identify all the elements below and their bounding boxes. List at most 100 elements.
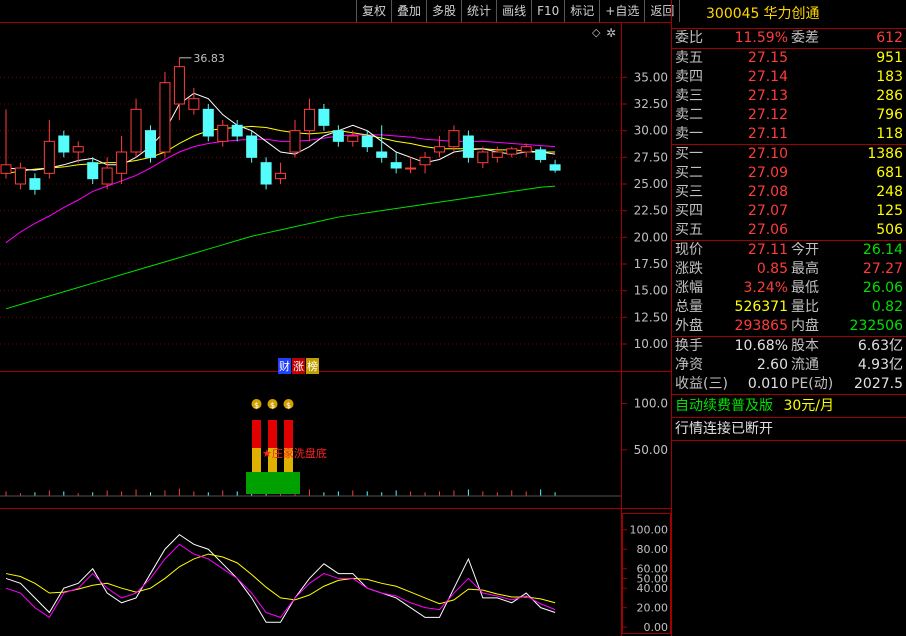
stat-label: 量比	[791, 299, 819, 315]
candle-body	[116, 151, 128, 174]
buy-level: 买三	[675, 184, 703, 200]
sell-orders: 卖五 27.15 951 卖四 27.14 183 卖三 27.13 286 卖二 27.12 796…	[672, 49, 906, 145]
candle-body	[477, 151, 489, 164]
price-tick-label: 10.00	[634, 337, 668, 351]
candle-body	[14, 167, 26, 185]
price-stats: 现价 27.11 今开 26.14 涨跌 0.85 最高 27.27 涨幅 3.24% 最低 26.0…	[672, 241, 906, 337]
sell-volume: 118	[876, 126, 903, 142]
buy-price: 27.09	[747, 165, 788, 181]
stat-value: 27.27	[862, 261, 903, 277]
sell-volume: 796	[876, 107, 903, 123]
stat-label: 最高	[791, 261, 819, 277]
candle-body	[130, 108, 142, 153]
subscription-ad[interactable]: 自动续费普及版 30元/月	[672, 395, 906, 418]
sell-row[interactable]: 卖一 27.11 118	[672, 125, 906, 144]
fin-value: 6.63亿	[857, 338, 903, 354]
sell-row[interactable]: 卖四 27.14 183	[672, 68, 906, 87]
diamond-icon[interactable]: ◇	[592, 26, 601, 39]
fin-label: PE(动)	[791, 376, 834, 392]
candle-body	[260, 162, 272, 185]
price-tick-label: 30.00	[634, 124, 668, 138]
price-tick-label: 22.50	[634, 204, 668, 218]
fin-label: 换手	[675, 338, 703, 354]
candle	[390, 152, 402, 174]
buy-row[interactable]: 买一 27.10 1386	[672, 145, 906, 164]
order-ratio-label: 委比	[675, 30, 703, 46]
candle	[260, 157, 272, 190]
fin-value: 0.010	[747, 376, 788, 392]
candle	[332, 125, 344, 147]
ad-price: 30元/月	[783, 398, 834, 414]
candle-body	[159, 82, 171, 153]
kdj-tick-label: 0.00	[644, 621, 669, 634]
stat-row: 现价 27.11 今开 26.14	[672, 241, 906, 260]
fin-label: 股本	[791, 338, 819, 354]
candle	[87, 157, 99, 184]
money-bag-symbol: $	[286, 401, 291, 410]
sell-row[interactable]: 卖三 27.13 286	[672, 87, 906, 106]
fin-value: 10.68%	[734, 338, 788, 354]
event-tags: 财 涨 榜	[278, 358, 319, 374]
event-tag-limit-up[interactable]: 涨	[292, 358, 305, 374]
buy-volume: 1386	[867, 146, 903, 162]
candle-body	[405, 167, 417, 170]
sell-level: 卖一	[675, 126, 703, 142]
candle	[549, 159, 561, 173]
stat-label: 涨幅	[675, 280, 703, 296]
stat-row: 涨幅 3.24% 最低 26.06	[672, 279, 906, 298]
candle-body	[289, 130, 301, 153]
candle-body	[535, 149, 547, 160]
stat-value: 232506	[849, 318, 903, 334]
buy-row[interactable]: 买四 27.07 125	[672, 202, 906, 221]
stat-row: 涨跌 0.85 最高 27.27	[672, 260, 906, 279]
buy-row[interactable]: 买二 27.09 681	[672, 164, 906, 183]
sell-row[interactable]: 卖五 27.15 951	[672, 49, 906, 68]
candle	[405, 157, 417, 174]
buy-row[interactable]: 买五 27.06 506	[672, 221, 906, 240]
order-diff-label: 委差	[791, 30, 819, 46]
sell-row[interactable]: 卖二 27.12 796	[672, 106, 906, 125]
sell-volume: 183	[876, 69, 903, 85]
candle	[318, 104, 330, 131]
sell-level: 卖二	[675, 107, 703, 123]
price-axis: 35.00 32.50 30.00 27.50 25.00 22.50 20.00 17.50…	[622, 70, 668, 351]
candle	[491, 146, 503, 163]
stat-value: 26.14	[862, 242, 903, 258]
kdj-tick-label: 20.00	[637, 602, 669, 615]
candle	[159, 72, 171, 158]
candle	[130, 98, 142, 158]
sell-volume: 951	[876, 50, 903, 66]
candle	[14, 162, 26, 190]
sell-level: 卖三	[675, 88, 703, 104]
sell-price: 27.15	[747, 50, 788, 66]
order-diff-value: 612	[876, 30, 903, 46]
buy-row[interactable]: 买三 27.08 248	[672, 183, 906, 202]
buy-level: 买四	[675, 203, 703, 219]
kdj-tick-label: 100.00	[630, 524, 669, 537]
candle-body	[87, 162, 99, 180]
event-tag-finance[interactable]: 财	[278, 358, 291, 374]
gear-icon[interactable]: ✲	[606, 26, 616, 40]
stat-value: 0.85	[756, 261, 788, 277]
candle-body	[506, 148, 518, 155]
volume-bars	[0, 488, 621, 497]
quote-panel: 300045 华力创通 委比 11.59% 委差 612 卖五 27.15 951 卖四…	[672, 0, 906, 636]
event-tag-list[interactable]: 榜	[306, 358, 319, 374]
fin-value: 2.60	[756, 357, 788, 373]
kdj-lines	[5, 533, 556, 623]
candle-body	[491, 151, 503, 158]
candle-body	[231, 124, 243, 137]
buy-volume: 125	[876, 203, 903, 219]
kdj-axis: 100.0080.0060.0050.0040.0020.000.00	[622, 524, 668, 634]
kdj-j-line	[5, 543, 556, 619]
buy-price: 27.10	[747, 146, 788, 162]
buy-orders: 买一 27.10 1386 买二 27.09 681 买三 27.08 248 买四 27.07 12…	[672, 145, 906, 241]
fin-value: 4.93亿	[857, 357, 903, 373]
candle	[419, 152, 431, 174]
fin-row: 净资 2.60 流通 4.93亿	[672, 356, 906, 375]
price-tick-label: 27.50	[634, 150, 668, 164]
signal-column-red	[268, 420, 277, 448]
sell-level: 卖五	[675, 50, 703, 66]
buy-price: 27.06	[747, 222, 788, 238]
candle-body	[419, 156, 431, 166]
